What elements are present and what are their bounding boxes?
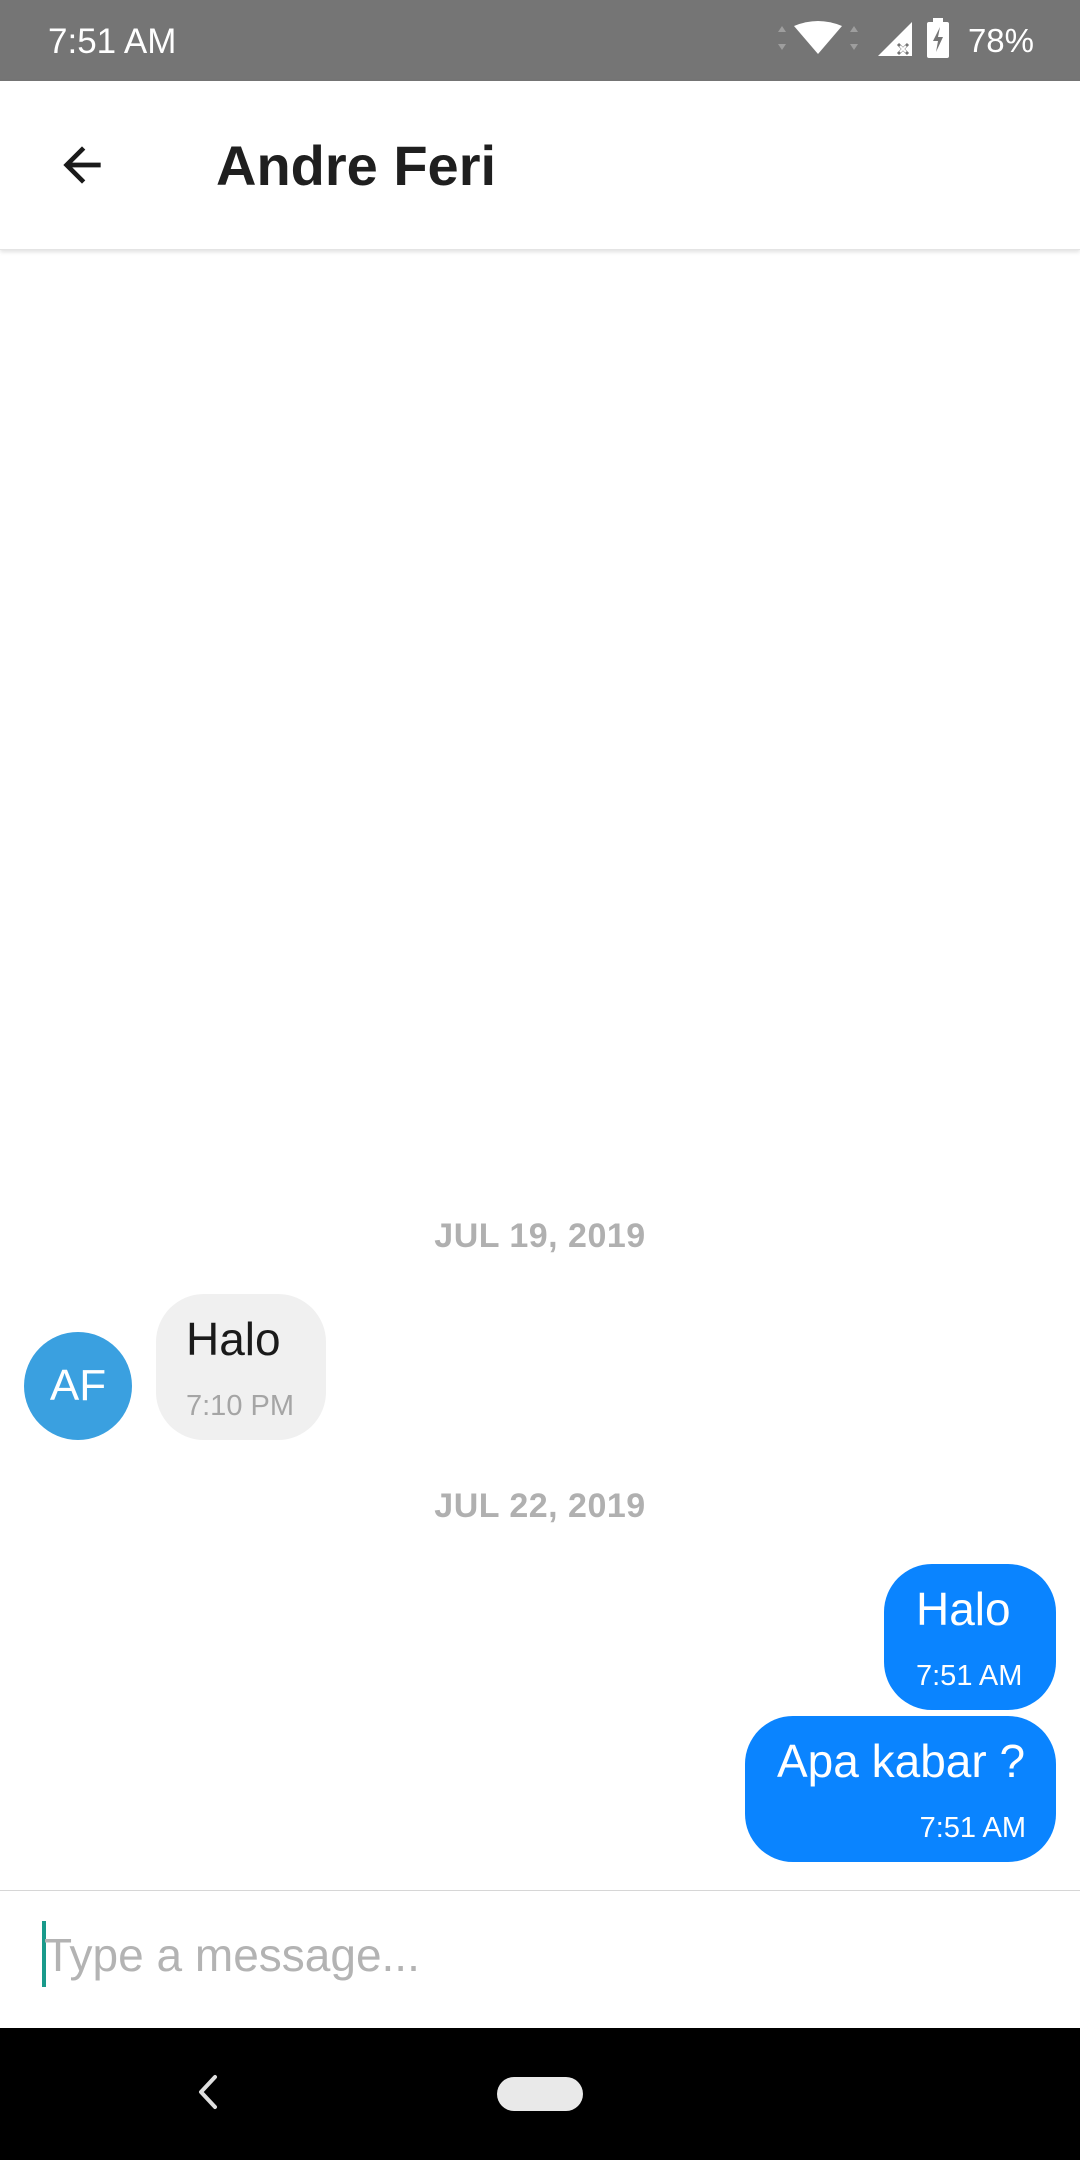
message-text: Halo (916, 1583, 1011, 1635)
contact-name: Andre Feri (216, 134, 497, 197)
message-bubble-outgoing[interactable]: Halo 7:51 AM (884, 1564, 1056, 1710)
message-time: 7:51 AM (919, 1812, 1026, 1844)
nav-back-button[interactable] (186, 2064, 230, 2124)
signal-icon (876, 18, 914, 63)
message-input[interactable] (44, 1913, 1044, 1997)
wifi-icon (772, 18, 864, 63)
chat-screen: 7:51 AM 78% Andre Feri JUL 19, 2019 AF H… (0, 0, 1080, 2160)
battery-percentage: 78% (967, 21, 1034, 59)
arrow-left-icon (54, 137, 110, 198)
system-nav-bar (0, 2028, 1080, 2160)
date-separator: JUL 19, 2019 (434, 1217, 646, 1255)
date-separator: JUL 22, 2019 (434, 1487, 646, 1525)
message-composer (0, 1890, 1080, 2029)
message-bubble-incoming[interactable]: Halo 7:10 PM (156, 1294, 326, 1440)
back-button[interactable] (40, 125, 124, 209)
home-pill-icon[interactable] (497, 2077, 583, 2111)
battery-charging-icon (926, 17, 950, 64)
status-icons: 78% (772, 0, 1034, 81)
message-text: Halo (186, 1313, 281, 1365)
message-bubble-outgoing[interactable]: Apa kabar ? 7:51 AM (745, 1716, 1056, 1862)
status-bar: 7:51 AM 78% (0, 0, 1080, 81)
nav-back-icon (196, 2073, 220, 2116)
message-time: 7:10 PM (186, 1390, 294, 1422)
top-app-bar: Andre Feri (0, 81, 1080, 250)
message-time: 7:51 AM (916, 1660, 1023, 1692)
status-time: 7:51 AM (48, 22, 177, 61)
message-list[interactable]: JUL 19, 2019 AF Halo 7:10 PM JUL 22, 201… (0, 250, 1080, 1890)
message-text: Apa kabar ? (777, 1735, 1026, 1787)
avatar[interactable]: AF (24, 1332, 132, 1440)
